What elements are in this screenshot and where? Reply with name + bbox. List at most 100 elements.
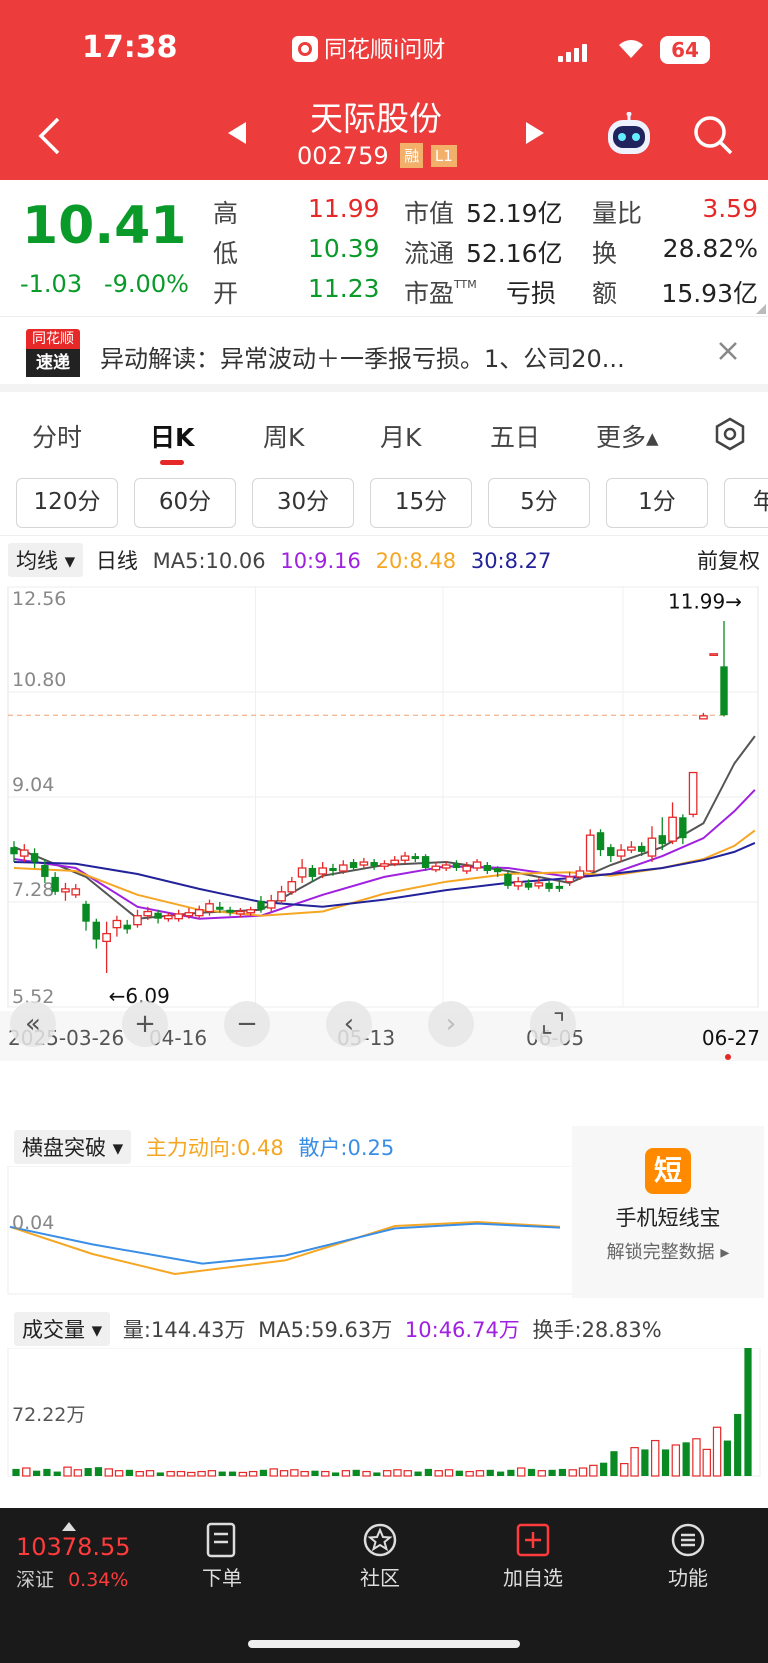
expand-corner-icon[interactable] bbox=[756, 304, 766, 314]
volume-bar-down bbox=[610, 1451, 618, 1476]
volume-bar-down bbox=[496, 1471, 505, 1476]
nav-community[interactable]: 社区 bbox=[325, 1522, 435, 1591]
tab-daily-k[interactable]: 日K bbox=[150, 418, 194, 454]
status-time: 17:38 bbox=[82, 30, 178, 65]
app-header: 17:38 同花顺i问财 64 天际股份 002759 融 L1 bbox=[0, 0, 768, 180]
period-15m[interactable]: 15分 bbox=[370, 478, 472, 528]
volume-bar-up bbox=[651, 1439, 660, 1477]
fullscreen-button[interactable]: ⌞⌝ bbox=[530, 1001, 576, 1047]
candle-body-up bbox=[431, 865, 441, 871]
period-year[interactable]: 年 bbox=[724, 478, 768, 528]
news-logo-bottom: 速递 bbox=[26, 349, 80, 377]
candle-body-up bbox=[534, 882, 544, 887]
promo-title: 手机短线宝 bbox=[615, 1206, 721, 1230]
kline-chart[interactable]: 12.5610.809.047.285.5211.99→←6.092025-03… bbox=[0, 577, 768, 1122]
price-change-pct: -9.00% bbox=[104, 270, 189, 298]
nav-functions[interactable]: 功能 bbox=[633, 1522, 743, 1591]
label-float: 流通 bbox=[404, 239, 455, 268]
indicator-frame bbox=[7, 1166, 575, 1295]
close-icon[interactable] bbox=[716, 339, 740, 367]
candle-body-up bbox=[112, 919, 122, 929]
ma10-value: 10:9.16 bbox=[280, 549, 361, 573]
scroll-right-button[interactable]: › bbox=[428, 1001, 474, 1047]
next-stock-icon[interactable] bbox=[524, 120, 546, 150]
candle-body-down bbox=[82, 903, 90, 922]
value-float: 52.16亿 bbox=[466, 239, 563, 268]
ma-selector-label: 均线 bbox=[16, 549, 58, 573]
candle-body-up bbox=[441, 864, 451, 869]
candle-body-up bbox=[668, 816, 677, 842]
candle-body-up bbox=[61, 888, 70, 893]
search-icon[interactable] bbox=[692, 114, 734, 160]
volume-selector-label: 成交量 bbox=[22, 1318, 85, 1342]
volume-bar-up bbox=[465, 1470, 474, 1477]
home-indicator bbox=[248, 1640, 520, 1648]
zoom-rewind-button[interactable]: « bbox=[10, 1001, 56, 1047]
volume-bar-up bbox=[620, 1462, 629, 1477]
candle-body-down bbox=[555, 885, 564, 889]
zoom-in-button[interactable]: + bbox=[122, 1001, 168, 1047]
candle-body-up bbox=[102, 932, 111, 943]
volume-ma10: 10:46.74万 bbox=[404, 1318, 520, 1342]
ma-line-ma5 bbox=[13, 735, 756, 920]
volume-bar-up bbox=[671, 1444, 681, 1477]
tab-monthly-k[interactable]: 月K bbox=[380, 418, 421, 454]
index-value: 10378.55 bbox=[16, 1533, 131, 1561]
label-mcap: 市值 bbox=[404, 199, 455, 228]
volume-bar-down bbox=[94, 1467, 103, 1476]
candle-body-up bbox=[575, 870, 585, 878]
robot-assistant-icon[interactable] bbox=[604, 111, 654, 158]
volume-bar-up bbox=[145, 1470, 155, 1477]
label-pe-text: 市盈 bbox=[404, 279, 455, 308]
volume-turnover: 换手:28.83% bbox=[532, 1318, 662, 1342]
main-force-line bbox=[9, 1221, 561, 1275]
period-1m[interactable]: 1分 bbox=[606, 478, 708, 528]
promo-card[interactable]: 短 手机短线宝 解锁完整数据 ▸ bbox=[572, 1126, 764, 1298]
volume-legend: 成交量 ▾ 量:144.43万 MA5:59.63万 10:46.74万 换手:… bbox=[14, 1312, 662, 1346]
candle-body-down bbox=[10, 847, 18, 855]
candle-body-up bbox=[380, 863, 389, 867]
zoom-out-button[interactable]: − bbox=[224, 1001, 270, 1047]
quote-panel: 10.41 -1.03 -9.00% 高 低 开 11.99 10.39 11.… bbox=[0, 180, 768, 316]
scroll-left-button[interactable]: ‹ bbox=[326, 1001, 372, 1047]
ma20-value: 20:8.48 bbox=[375, 549, 457, 573]
volume-bar-up bbox=[692, 1438, 701, 1477]
candle-body-up bbox=[585, 834, 595, 872]
candle-body-down bbox=[349, 862, 358, 868]
index-widget[interactable]: 10378.55 深证 0.34% bbox=[16, 1522, 146, 1592]
volume-bar-down bbox=[414, 1471, 422, 1476]
volume-bar-down bbox=[558, 1468, 567, 1476]
ma-selector[interactable]: 均线 ▾ bbox=[8, 543, 84, 577]
tab-weekly-k[interactable]: 周K bbox=[263, 418, 304, 454]
tab-more[interactable]: 更多▴ bbox=[596, 418, 659, 454]
candle-body-up bbox=[472, 861, 482, 869]
tab-intraday[interactable]: 分时 bbox=[32, 418, 82, 454]
volume-bar-down bbox=[43, 1468, 51, 1476]
tab-five-day[interactable]: 五日 bbox=[490, 418, 540, 454]
nav-add-watchlist[interactable]: 加自选 bbox=[478, 1522, 588, 1591]
news-banner[interactable]: 同花顺 速递 异动解读：异常波动＋一季报亏损。1、公司20... bbox=[0, 316, 768, 392]
period-120m[interactable]: 120分 bbox=[16, 478, 118, 528]
y-tick-label: 7.28 bbox=[12, 879, 54, 901]
candle-body-down bbox=[637, 845, 646, 852]
community-star-icon bbox=[363, 1523, 397, 1557]
value-open: 11.23 bbox=[308, 274, 380, 303]
period-60m[interactable]: 60分 bbox=[134, 478, 236, 528]
candle-body-down bbox=[679, 817, 687, 839]
adjust-mode[interactable]: 前复权 bbox=[697, 545, 760, 575]
indicator-selector[interactable]: 横盘突破 ▾ bbox=[14, 1130, 132, 1164]
back-icon[interactable] bbox=[36, 116, 62, 160]
chart-settings-icon[interactable] bbox=[712, 416, 748, 456]
period-30m[interactable]: 30分 bbox=[252, 478, 354, 528]
volume-bar-up bbox=[578, 1467, 588, 1477]
index-pct: 0.34% bbox=[68, 1569, 129, 1591]
nav-order[interactable]: 下单 bbox=[167, 1522, 277, 1591]
prev-stock-icon[interactable] bbox=[226, 120, 248, 150]
label-pe: 市盈TTM bbox=[404, 274, 477, 310]
volume-bar-up bbox=[568, 1469, 577, 1477]
volume-bar-up bbox=[537, 1470, 547, 1477]
volume-bar-up bbox=[321, 1470, 330, 1477]
index-name: 深证 bbox=[16, 1569, 55, 1591]
period-5m[interactable]: 5分 bbox=[488, 478, 590, 528]
volume-selector[interactable]: 成交量 ▾ bbox=[14, 1312, 111, 1346]
